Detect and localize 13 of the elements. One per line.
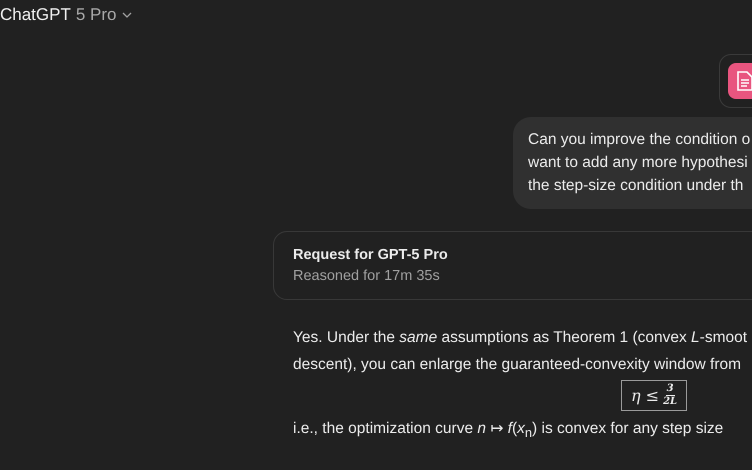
chevron-down-icon xyxy=(122,12,132,18)
answer-text: descent), you can enlarge the guaranteed-convexity window from xyxy=(293,355,742,375)
answer-text: i.e., the optimization curve n ↦ f(x$_{n}$) is convex for any step size xyxy=(293,419,724,442)
reasoning-card[interactable]: Request for GPT-5 Pro Reasoned for 17m 35s xyxy=(273,231,752,300)
reasoning-duration: Reasoned for 17m 35s xyxy=(293,267,440,286)
reasoning-title: Request for GPT-5 Pro xyxy=(293,246,448,265)
model-selector[interactable]: 5 Pro xyxy=(76,5,132,25)
message-text: want to add any more hypothesi xyxy=(528,153,748,173)
document-icon xyxy=(728,63,752,99)
answer-text: Yes. Under the same assumptions as Theorem 1 (convex L-smoot xyxy=(293,328,748,348)
message-text: Can you improve the condition o xyxy=(528,130,750,150)
message-text: the step-size condition under th xyxy=(528,176,744,196)
app-title: ChatGPT xyxy=(0,5,71,25)
